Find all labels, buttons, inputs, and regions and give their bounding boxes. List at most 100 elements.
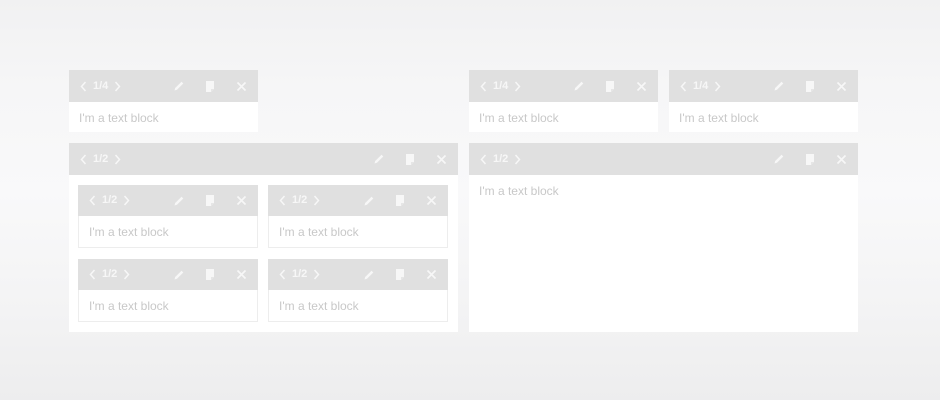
chevron-right-icon [515, 154, 521, 164]
next-button[interactable] [311, 267, 322, 283]
chevron-left-icon [80, 81, 87, 91]
page-counter: 1/2 [102, 194, 118, 206]
pagination: 1/2 [478, 151, 523, 167]
document-icon [806, 80, 814, 92]
next-button[interactable] [121, 193, 132, 209]
document-icon [606, 80, 614, 92]
edit-button[interactable] [572, 79, 586, 93]
close-button[interactable] [234, 194, 248, 208]
pencil-icon [174, 81, 184, 91]
block-toolbar: 1/4 [469, 70, 658, 102]
next-button[interactable] [112, 78, 123, 94]
document-icon [206, 269, 214, 280]
page-counter: 1/2 [292, 268, 308, 280]
block-toolbar: 1/4 [69, 70, 258, 102]
chevron-right-icon [124, 269, 130, 280]
next-button[interactable] [712, 78, 723, 94]
block-toolbar: 1/2 [78, 185, 258, 216]
edit-button[interactable] [172, 194, 186, 208]
close-button[interactable] [834, 79, 848, 93]
text-block-body: I'm a text block [279, 225, 359, 239]
next-button[interactable] [121, 267, 132, 283]
text-block-content: I'm a text block [469, 102, 658, 134]
document-icon [396, 269, 404, 280]
text-block-content: I'm a text block [79, 216, 257, 248]
nested-text-block[interactable]: 1/2 I'm a text block [268, 185, 448, 248]
prev-button[interactable] [78, 151, 89, 167]
edit-button[interactable] [172, 268, 186, 282]
pencil-icon [174, 196, 184, 205]
close-icon [236, 81, 246, 91]
close-icon [236, 269, 246, 280]
pagination: 1/2 [78, 151, 123, 167]
pagination: 1/4 [478, 78, 523, 94]
edit-button[interactable] [172, 79, 186, 93]
copy-button[interactable] [803, 152, 817, 166]
text-block-content: I'm a text block [469, 175, 858, 207]
close-button[interactable] [424, 268, 438, 282]
block-actions [345, 268, 439, 282]
text-block-content: I'm a text block [269, 216, 447, 248]
chevron-left-icon [89, 195, 96, 206]
block-toolbar: 1/2 [268, 185, 448, 216]
prev-button[interactable] [478, 151, 489, 167]
page-counter: 1/2 [493, 152, 509, 165]
prev-button[interactable] [478, 78, 489, 94]
pencil-icon [774, 154, 784, 164]
close-button[interactable] [234, 79, 248, 93]
document-icon [206, 195, 214, 206]
copy-button[interactable] [203, 79, 217, 93]
close-button[interactable] [834, 152, 848, 166]
chevron-right-icon [115, 154, 121, 164]
copy-button[interactable] [403, 152, 417, 166]
copy-button[interactable] [393, 194, 407, 208]
prev-button[interactable] [277, 267, 288, 283]
text-block-body: I'm a text block [679, 111, 759, 125]
close-button[interactable] [234, 268, 248, 282]
edit-button[interactable] [772, 152, 786, 166]
next-button[interactable] [112, 151, 123, 167]
pencil-icon [364, 196, 374, 205]
prev-button[interactable] [87, 193, 98, 209]
copy-button[interactable] [393, 268, 407, 282]
prev-button[interactable] [277, 193, 288, 209]
document-icon [406, 153, 414, 165]
chevron-right-icon [515, 81, 521, 91]
edit-button[interactable] [772, 79, 786, 93]
pagination: 1/2 [87, 193, 132, 209]
document-icon [806, 153, 814, 165]
close-button[interactable] [634, 79, 648, 93]
text-block-body: I'm a text block [89, 225, 169, 239]
page-counter: 1/2 [102, 268, 118, 280]
edit-button[interactable] [362, 194, 376, 208]
text-block-content: I'm a text block [69, 102, 258, 134]
next-button[interactable] [512, 78, 523, 94]
edit-button[interactable] [372, 152, 386, 166]
nested-text-block[interactable]: 1/2 I'm a text block [78, 185, 258, 248]
nested-text-block[interactable]: 1/2 I'm a text block [268, 259, 448, 322]
next-button[interactable] [311, 193, 322, 209]
edit-button[interactable] [362, 268, 376, 282]
container-block[interactable]: 1/2 1/2 I'm a text block 1/2 I'm a text … [69, 143, 458, 332]
chevron-left-icon [89, 269, 96, 280]
close-icon [426, 269, 436, 280]
copy-button[interactable] [203, 194, 217, 208]
next-button[interactable] [512, 151, 523, 167]
copy-button[interactable] [803, 79, 817, 93]
page-counter: 1/2 [93, 152, 109, 165]
prev-button[interactable] [78, 78, 89, 94]
close-icon [636, 81, 646, 91]
container-block[interactable]: 1/2 I'm a text block [469, 143, 858, 332]
copy-button[interactable] [203, 268, 217, 282]
block-toolbar: 1/2 [69, 143, 458, 175]
text-block[interactable]: 1/4 I'm a text block [669, 70, 858, 132]
chevron-right-icon [314, 269, 320, 280]
text-block[interactable]: 1/4 I'm a text block [469, 70, 658, 132]
text-block[interactable]: 1/4 I'm a text block [69, 70, 258, 132]
nested-text-block[interactable]: 1/2 I'm a text block [78, 259, 258, 322]
prev-button[interactable] [678, 78, 689, 94]
close-button[interactable] [424, 194, 438, 208]
copy-button[interactable] [603, 79, 617, 93]
close-button[interactable] [434, 152, 448, 166]
prev-button[interactable] [87, 267, 98, 283]
